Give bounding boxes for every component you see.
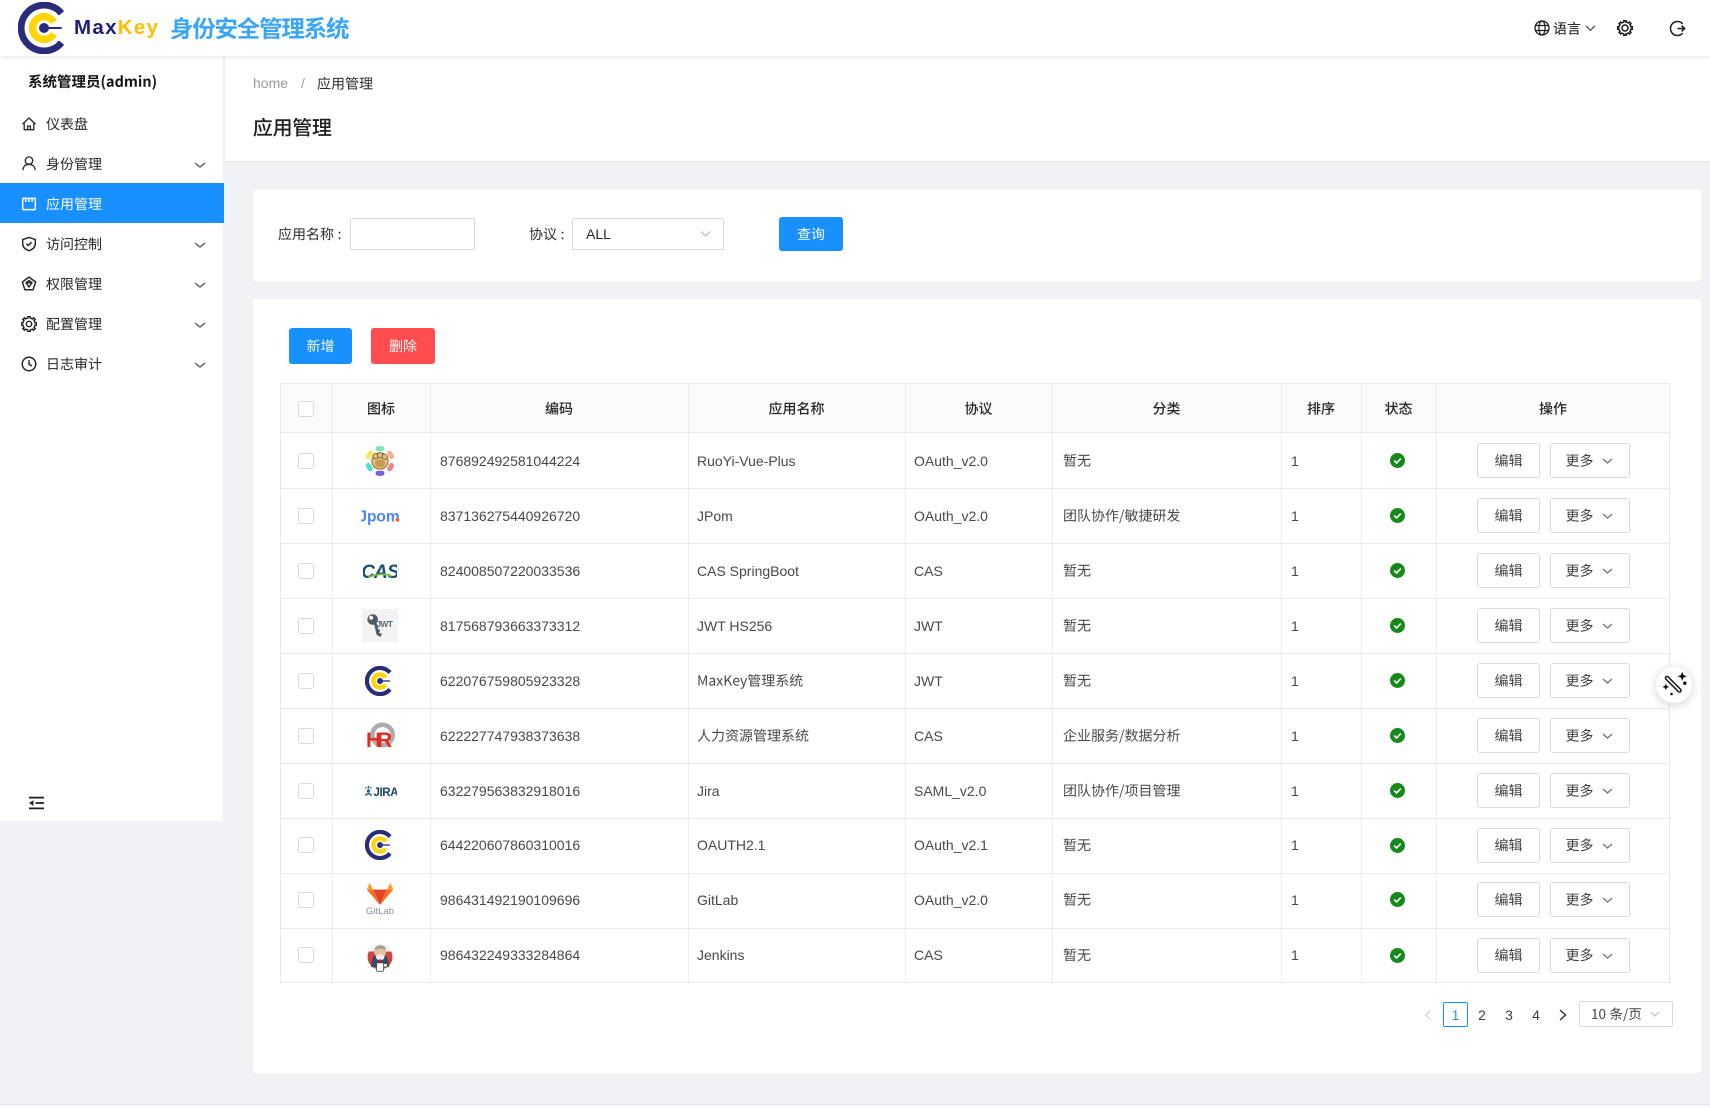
svg-text:R: R bbox=[377, 729, 392, 751]
svg-text:Jpom: Jpom bbox=[361, 508, 400, 525]
svg-text:GitLab: GitLab bbox=[366, 906, 394, 917]
svg-text:JIRA: JIRA bbox=[374, 787, 398, 799]
svg-text:JWT: JWT bbox=[376, 619, 393, 629]
svg-text:CAS: CAS bbox=[363, 562, 397, 583]
